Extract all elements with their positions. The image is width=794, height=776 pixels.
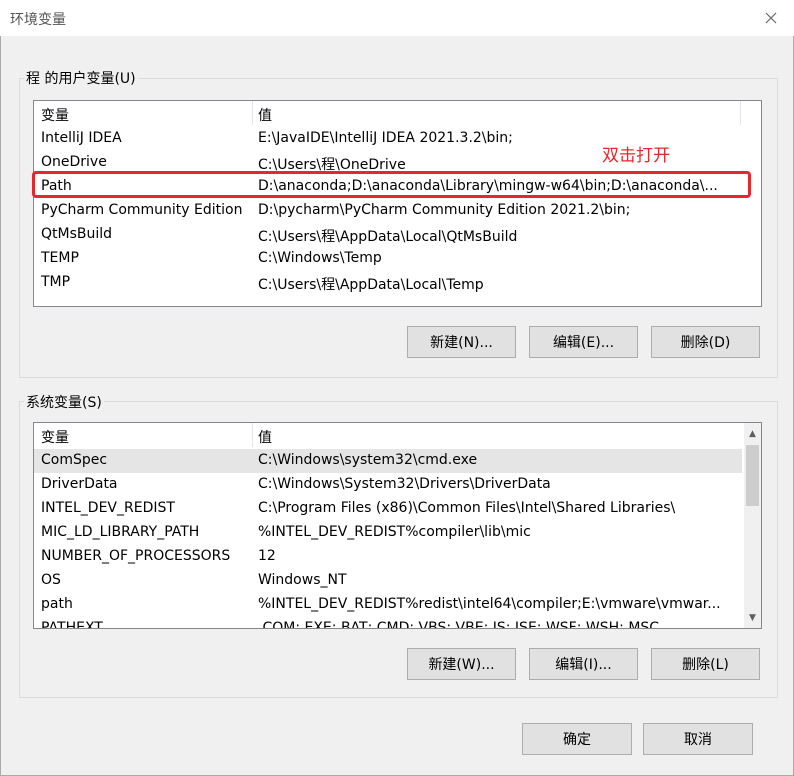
variable-value: C:\Windows\system32\cmd.exe [258, 452, 478, 468]
variable-name: PyCharm Community Edition [41, 202, 243, 218]
column-divider[interactable] [740, 101, 741, 125]
table-row[interactable]: path %INTEL_DEV_REDIST%redist\intel64\co… [34, 593, 742, 617]
vertical-scrollbar[interactable]: ▲ ▼ [744, 423, 761, 628]
variable-name: TEMP [41, 250, 79, 266]
system-delete-button[interactable]: 删除(L) [651, 648, 760, 680]
variable-value: Windows_NT [258, 572, 347, 588]
variable-name: DriverData [41, 476, 118, 492]
table-row[interactable]: PATHEXT .COM;.EXE;.BAT;.CMD;.VBS;.VBE;.J… [34, 617, 742, 629]
variable-name: OneDrive [41, 154, 107, 170]
table-row[interactable]: INTEL_DEV_REDIST C:\Program Files (x86)\… [34, 497, 742, 521]
table-row[interactable]: TMP C:\Users\程\AppData\Local\Temp [34, 271, 761, 295]
variable-name: NUMBER_OF_PROCESSORS [41, 548, 231, 564]
list-header: 变量 值 [34, 423, 761, 447]
scrollbar-thumb[interactable] [746, 445, 759, 506]
variable-value: .COM;.EXE;.BAT;.CMD;.VBS;.VBE;.JS;.JSE;.… [258, 620, 660, 629]
title-bar: 环境变量 [0, 0, 794, 36]
variable-name: ComSpec [41, 452, 108, 468]
table-row[interactable]: NUMBER_OF_PROCESSORS 12 [34, 545, 742, 569]
user-new-button[interactable]: 新建(N)... [407, 326, 516, 358]
variable-value: 12 [258, 548, 276, 564]
column-header-value[interactable]: 值 [258, 105, 272, 125]
variable-value: %INTEL_DEV_REDIST%compiler\lib\mic [258, 524, 531, 540]
system-variables-label: 系统变量(S) [24, 392, 104, 412]
scroll-down-icon[interactable]: ▼ [744, 609, 761, 626]
user-variables-list[interactable]: 变量 值 IntelliJ IDEA E:\JavaIDE\IntelliJ I… [33, 100, 762, 307]
column-header-value[interactable]: 值 [258, 427, 272, 447]
cancel-button[interactable]: 取消 [643, 723, 753, 755]
close-icon [765, 12, 777, 24]
ok-button[interactable]: 确定 [522, 723, 632, 755]
variable-name: IntelliJ IDEA [41, 130, 122, 146]
variable-name: MIC_LD_LIBRARY_PATH [41, 524, 200, 540]
column-divider[interactable] [252, 101, 253, 125]
variable-name: QtMsBuild [41, 226, 113, 242]
variable-value: C:\Users\程\AppData\Local\Temp [258, 277, 484, 293]
close-button[interactable] [748, 0, 794, 36]
list-header: 变量 值 [34, 101, 761, 125]
column-header-name[interactable]: 变量 [41, 427, 69, 447]
variable-value: %INTEL_DEV_REDIST%redist\intel64\compile… [258, 596, 721, 612]
variable-name: OS [41, 572, 61, 588]
variable-name: PATHEXT [41, 620, 103, 629]
column-divider[interactable] [252, 423, 253, 447]
variable-value: C:\Program Files (x86)\Common Files\Inte… [258, 500, 676, 516]
user-edit-button[interactable]: 编辑(E)... [529, 326, 638, 358]
user-delete-button[interactable]: 删除(D) [651, 326, 760, 358]
variable-name: INTEL_DEV_REDIST [41, 500, 175, 516]
table-row[interactable]: MIC_LD_LIBRARY_PATH %INTEL_DEV_REDIST%co… [34, 521, 742, 545]
variable-value: D:\pycharm\PyCharm Community Edition 202… [258, 202, 631, 218]
user-variables-label: 程 的用户变量(U) [24, 68, 138, 88]
annotation-label: 双击打开 [602, 146, 670, 166]
table-row[interactable]: ComSpec C:\Windows\system32\cmd.exe [34, 449, 742, 473]
variable-name: path [41, 596, 73, 612]
variable-value: C:\Users\程\AppData\Local\QtMsBuild [258, 229, 518, 245]
system-new-button[interactable]: 新建(W)... [407, 648, 516, 680]
window-title: 环境变量 [10, 12, 66, 28]
table-row[interactable]: TEMP C:\Windows\Temp [34, 247, 761, 271]
table-row[interactable]: DriverData C:\Windows\System32\Drivers\D… [34, 473, 742, 497]
table-row[interactable]: PyCharm Community Edition D:\pycharm\PyC… [34, 199, 761, 223]
system-edit-button[interactable]: 编辑(I)... [529, 648, 638, 680]
column-header-name[interactable]: 变量 [41, 105, 69, 125]
variable-name: TMP [41, 274, 71, 290]
highlight-box [32, 171, 751, 198]
variable-value: C:\Windows\Temp [258, 250, 382, 266]
scroll-up-icon[interactable]: ▲ [744, 425, 761, 442]
table-row[interactable]: OS Windows_NT [34, 569, 742, 593]
variable-value: C:\Windows\System32\Drivers\DriverData [258, 476, 551, 492]
system-variables-list[interactable]: 变量 值 ComSpec C:\Windows\system32\cmd.exe… [33, 422, 762, 629]
table-row[interactable]: QtMsBuild C:\Users\程\AppData\Local\QtMsB… [34, 223, 761, 247]
